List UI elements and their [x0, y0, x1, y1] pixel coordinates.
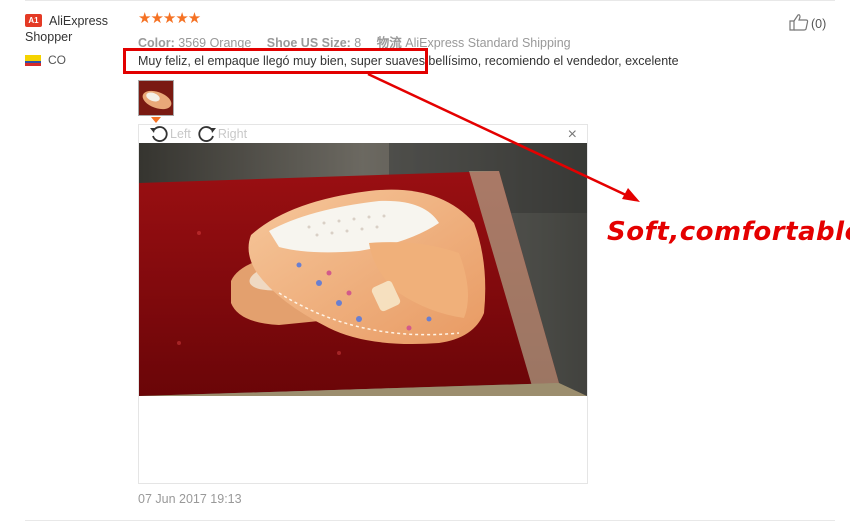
rotate-left-icon: [149, 124, 169, 145]
rotate-right-label: Right: [217, 127, 248, 141]
helpful-count: (0): [811, 16, 827, 31]
rotate-right-icon: [197, 124, 217, 145]
review-photo: [139, 143, 587, 396]
helpful-button[interactable]: (0): [789, 13, 826, 34]
thumbs-up-icon: [789, 13, 809, 34]
top-divider: [25, 0, 835, 1]
attr-value-logistics: AliExpress Standard Shipping: [405, 36, 571, 50]
colombia-flag-icon: [25, 55, 41, 66]
reviewer-level-badge: A1: [25, 14, 42, 27]
review-photo-thumbnail[interactable]: [138, 80, 174, 116]
thumbnail-pointer: [151, 117, 161, 123]
star-rating: ★★★★★: [138, 10, 201, 27]
photo-viewer: Left Right ×: [138, 124, 588, 484]
viewer-toolbar: Left Right: [149, 125, 247, 143]
rotate-right-button[interactable]: Right: [197, 124, 247, 145]
highlight-box: [123, 48, 428, 74]
rotate-left-button[interactable]: Left: [149, 124, 191, 145]
review-date: 07 Jun 2017 19:13: [138, 492, 242, 506]
close-viewer-button[interactable]: ×: [568, 127, 577, 143]
bottom-divider: [25, 520, 835, 521]
reviewer-country: CO: [48, 53, 66, 67]
rotate-left-label: Left: [170, 127, 191, 141]
annotation-caption: Soft,comfortable: [607, 217, 850, 247]
